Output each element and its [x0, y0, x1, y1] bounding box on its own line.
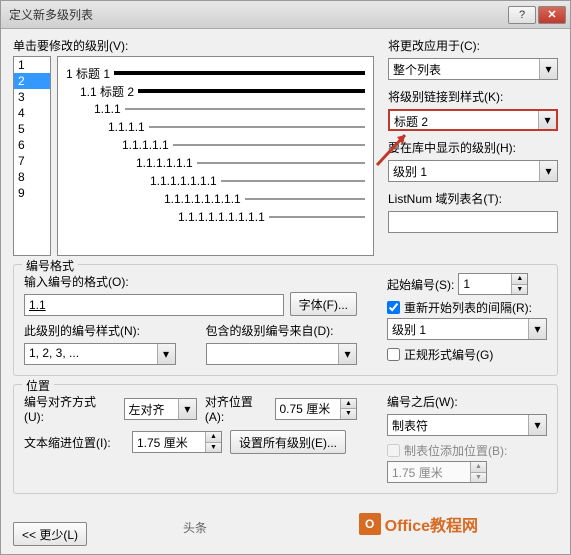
close-button[interactable]: ✕ — [538, 6, 566, 24]
level-list[interactable]: 1 2 3 4 5 6 7 8 9 — [13, 56, 51, 256]
level-item[interactable]: 6 — [14, 137, 50, 153]
spin-down-icon[interactable]: ▼ — [205, 443, 221, 453]
position-group: 位置 编号对齐方式(U): 左对齐 ▾ 对齐位置(A): ▲▼ — [13, 384, 558, 494]
preview-line: 1.1.1 — [94, 102, 121, 116]
chevron-down-icon: ▾ — [538, 111, 556, 129]
chevron-down-icon: ▾ — [528, 319, 546, 339]
position-legend: 位置 — [22, 377, 54, 394]
start-at-label: 起始编号(S): — [387, 276, 454, 293]
spin-up-icon[interactable]: ▲ — [340, 399, 356, 410]
link-style-label: 将级别链接到样式(K): — [388, 88, 558, 105]
preview-line: 1.1.1.1.1.1 — [136, 156, 193, 170]
dialog-title: 定义新多级列表 — [5, 6, 508, 23]
spin-down-icon[interactable]: ▼ — [340, 409, 356, 419]
follow-number-label: 编号之后(W): — [387, 393, 547, 410]
level-item[interactable]: 8 — [14, 169, 50, 185]
font-button[interactable]: 字体(F)... — [290, 292, 357, 316]
spin-up-icon[interactable]: ▲ — [511, 274, 527, 285]
spin-down-icon[interactable]: ▼ — [511, 285, 527, 295]
number-format-input-label: 输入编号的格式(O): — [24, 273, 357, 290]
titlebar-buttons: ? ✕ — [508, 6, 566, 24]
link-style-dropdown[interactable]: 标题 2 ▾ — [388, 109, 558, 131]
set-all-levels-button[interactable]: 设置所有级别(E)... — [230, 430, 346, 454]
chevron-down-icon: ▾ — [157, 344, 175, 364]
listnum-label: ListNum 域列表名(T): — [388, 190, 558, 207]
chevron-down-icon: ▾ — [338, 344, 356, 364]
aligned-at-label: 对齐位置(A): — [205, 393, 267, 424]
dialog: 定义新多级列表 ? ✕ 单击要修改的级别(V): 1 2 3 4 5 6 7 — [0, 0, 571, 555]
gallery-level-label: 要在库中显示的级别(H): — [388, 139, 558, 156]
preview-line: 1.1.1.1 — [108, 120, 145, 134]
number-format-legend: 编号格式 — [22, 257, 78, 274]
chevron-down-icon: ▾ — [539, 59, 557, 79]
follow-number-dropdown[interactable]: 制表符 ▾ — [387, 414, 547, 436]
restart-list-checkbox[interactable] — [387, 301, 400, 314]
text-indent-label: 文本缩进位置(I): — [24, 434, 124, 451]
preview-line: 1.1.1.1.1.1.1.1 — [164, 192, 241, 206]
number-style-label: 此级别的编号样式(N): — [24, 322, 176, 339]
preview-line: 1.1.1.1.1.1.1 — [150, 174, 217, 188]
tagline: 头条 — [183, 519, 207, 536]
aligned-at-spinner[interactable]: ▲▼ — [275, 398, 358, 420]
level-item[interactable]: 4 — [14, 105, 50, 121]
level-item[interactable]: 5 — [14, 121, 50, 137]
preview-line: 1.1 标题 2 — [80, 83, 134, 100]
preview-line: 1.1.1.1.1 — [122, 138, 169, 152]
chevron-down-icon: ▾ — [178, 399, 196, 419]
level-item[interactable]: 1 — [14, 57, 50, 73]
level-item[interactable]: 3 — [14, 89, 50, 105]
tab-stop-checkbox[interactable] — [387, 444, 400, 457]
start-at-spinner[interactable]: ▲▼ — [458, 273, 528, 295]
titlebar: 定义新多级列表 ? ✕ — [1, 1, 570, 29]
number-format-group: 编号格式 输入编号的格式(O): 字体(F)... 此级别的编号样式(N): 1… — [13, 264, 558, 376]
less-button[interactable]: << 更少(L) — [13, 522, 87, 546]
preview-pane: 1 标题 1 1.1 标题 2 1.1.1 1.1.1.1 1.1.1.1.1 … — [57, 56, 374, 256]
tab-stop-label: 制表位添加位置(B): — [404, 442, 507, 459]
level-item[interactable]: 7 — [14, 153, 50, 169]
level-item[interactable]: 9 — [14, 185, 50, 201]
number-style-dropdown[interactable]: 1, 2, 3, ... ▾ — [24, 343, 176, 365]
number-alignment-dropdown[interactable]: 左对齐 ▾ — [124, 398, 197, 420]
include-level-dropdown[interactable]: ▾ — [206, 343, 358, 365]
gallery-level-dropdown[interactable]: 级别 1 ▾ — [388, 160, 558, 182]
text-indent-spinner[interactable]: ▲▼ — [132, 431, 222, 453]
restart-list-label: 重新开始列表的间隔(R): — [404, 299, 532, 316]
help-button[interactable]: ? — [508, 6, 536, 24]
listnum-input[interactable] — [388, 211, 558, 233]
number-format-input[interactable] — [24, 294, 284, 316]
level-item[interactable]: 2 — [14, 73, 50, 89]
apply-changes-label: 将更改应用于(C): — [388, 37, 558, 54]
preview-line: 1 标题 1 — [66, 65, 110, 82]
chevron-down-icon: ▾ — [528, 415, 546, 435]
legal-format-label: 正规形式编号(G) — [404, 346, 493, 363]
spin-up-icon[interactable]: ▲ — [205, 432, 221, 443]
restart-level-dropdown[interactable]: 级别 1 ▾ — [387, 318, 547, 340]
apply-changes-dropdown[interactable]: 整个列表 ▾ — [388, 58, 558, 80]
watermark-icon: O — [359, 513, 381, 535]
watermark: O Office教程网 — [359, 512, 478, 536]
level-to-modify-label: 单击要修改的级别(V): — [13, 37, 374, 54]
preview-line: 1.1.1.1.1.1.1.1.1 — [178, 210, 265, 224]
spin-down-icon: ▼ — [470, 473, 486, 483]
legal-format-checkbox[interactable] — [387, 348, 400, 361]
tab-stop-spinner: ▲▼ — [387, 461, 487, 483]
spin-up-icon: ▲ — [470, 462, 486, 473]
number-alignment-label: 编号对齐方式(U): — [24, 393, 116, 424]
include-level-label: 包含的级别编号来自(D): — [206, 322, 358, 339]
chevron-down-icon: ▾ — [539, 161, 557, 181]
